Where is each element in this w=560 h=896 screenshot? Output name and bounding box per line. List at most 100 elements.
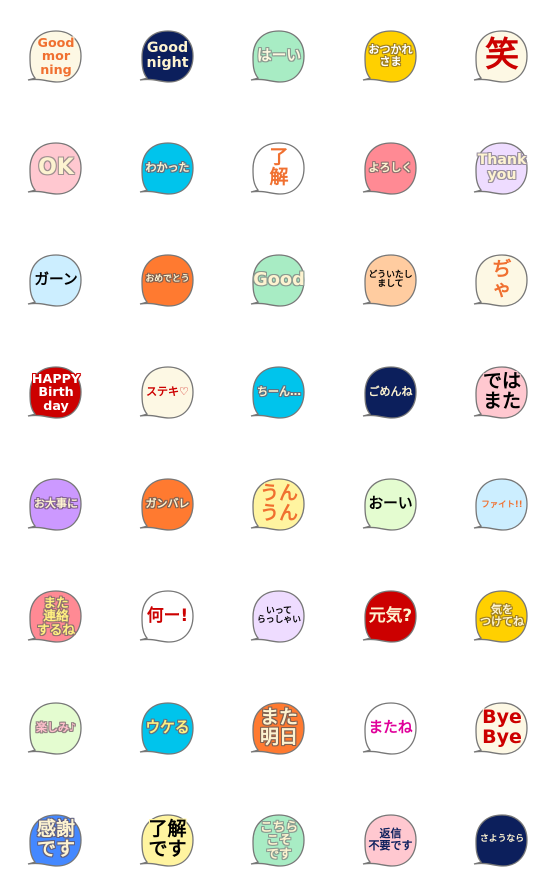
sticker-25[interactable]: ファイト!! <box>472 477 530 533</box>
sticker-text-line: またね <box>368 719 413 737</box>
sticker-text: Bye Bye <box>478 706 526 750</box>
sticker-text-line: では <box>482 370 521 393</box>
sticker-text-line: ガーン <box>34 271 78 289</box>
sticker-text-line: ごめんね <box>368 385 413 399</box>
sticker-text-line: 了解 <box>148 818 187 841</box>
sticker-text: 楽しみ♪ <box>32 706 80 750</box>
sticker-text: 了解 <box>255 146 303 190</box>
sticker-text: どういたし まして <box>367 258 415 302</box>
sticker-14[interactable]: どういたし まして <box>361 253 419 309</box>
sticker-text: お大事に <box>32 482 80 526</box>
sticker-17[interactable]: ステキ♡ <box>138 365 196 421</box>
sticker-31[interactable]: 楽しみ♪ <box>26 701 84 757</box>
sticker-2[interactable]: Good night <box>138 29 196 85</box>
sticker-38[interactable]: こちら こそ です <box>249 813 307 869</box>
sticker-text-line: 解 <box>269 166 289 188</box>
sticker-20[interactable]: では また <box>472 365 530 421</box>
sticker-24[interactable]: おーい <box>361 477 419 533</box>
sticker-text: こちら こそ です <box>255 818 303 862</box>
sticker-text-line: よろしく <box>368 161 413 175</box>
sticker-text-line: ガンバレ <box>145 497 190 511</box>
sticker-text-line: ファイト!! <box>481 498 523 509</box>
sticker-text-line: ウケる <box>145 719 190 737</box>
sticker-23[interactable]: うん うん <box>249 477 307 533</box>
sticker-text: はーい <box>255 34 303 78</box>
sticker-32[interactable]: ウケる <box>138 701 196 757</box>
sticker-40[interactable]: さようなら <box>472 813 530 869</box>
sticker-33[interactable]: また 明日 <box>249 701 307 757</box>
sticker-text-line: 何ー! <box>146 605 189 626</box>
sticker-text: 感謝 です <box>32 818 80 862</box>
sticker-10[interactable]: Thank you <box>472 141 530 197</box>
sticker-text: おつかれ さま <box>367 34 415 78</box>
sticker-text-line: 連絡 <box>43 608 69 624</box>
sticker-text: いって らっしゃい <box>255 594 303 638</box>
sticker-text-line: ning <box>40 61 72 77</box>
sticker-text-line: 明日 <box>259 726 298 748</box>
sticker-text: 了解 です <box>144 818 192 862</box>
sticker-text-line: らっしゃい <box>257 615 301 625</box>
sticker-text: では また <box>478 370 526 414</box>
sticker-27[interactable]: 何ー! <box>138 589 196 645</box>
sticker-16[interactable]: HAPPY Birth day <box>26 365 84 421</box>
sticker-26[interactable]: また 連絡 するね <box>26 589 84 645</box>
sticker-text-line: さようなら <box>480 834 524 845</box>
sticker-39[interactable]: 返信 不要です <box>361 813 419 869</box>
sticker-text-line: Thank <box>477 152 527 169</box>
sticker-text-line: また <box>482 390 521 412</box>
sticker-34[interactable]: またね <box>361 701 419 757</box>
sticker-text: OK <box>32 146 80 190</box>
sticker-15[interactable]: ぢゃ <box>472 253 530 309</box>
sticker-5[interactable]: 笑 <box>472 29 530 85</box>
sticker-12[interactable]: おめでとう <box>138 253 196 309</box>
sticker-text-line: ぢ <box>492 258 512 281</box>
sticker-29[interactable]: 元気? <box>361 589 419 645</box>
sticker-text-line: 笑 <box>485 35 519 76</box>
sticker-18[interactable]: ちーん… <box>249 365 307 421</box>
sticker-text-line: 不要です <box>368 839 413 852</box>
sticker-28[interactable]: いって らっしゃい <box>249 589 307 645</box>
sticker-text-line: ゃ <box>492 278 512 300</box>
sticker-text-line: うん <box>259 482 298 505</box>
sticker-text-line: です <box>148 838 187 860</box>
sticker-36[interactable]: 感謝 です <box>26 813 84 869</box>
sticker-11[interactable]: ガーン <box>26 253 84 309</box>
sticker-text-line: また <box>259 706 298 729</box>
sticker-21[interactable]: お大事に <box>26 477 84 533</box>
sticker-text-line: 元気? <box>368 605 413 626</box>
sticker-text-line: Bye <box>482 726 522 748</box>
sticker-text: ファイト!! <box>478 482 526 526</box>
sticker-35[interactable]: Bye Bye <box>472 701 530 757</box>
sticker-13[interactable]: Good <box>249 253 307 309</box>
sticker-22[interactable]: ガンバレ <box>138 477 196 533</box>
sticker-30[interactable]: 気を つけてね <box>472 589 530 645</box>
sticker-text-line: ステキ♡ <box>146 385 189 399</box>
sticker-text-line: ちーん… <box>257 385 301 399</box>
sticker-4[interactable]: おつかれ さま <box>361 29 419 85</box>
sticker-text: また 明日 <box>255 706 303 750</box>
sticker-text: わかった <box>144 146 192 190</box>
sticker-text: 気を つけてね <box>478 594 526 638</box>
sticker-7[interactable]: わかった <box>138 141 196 197</box>
sticker-text-line: Good <box>253 269 305 290</box>
sticker-text: Good night <box>144 34 192 78</box>
sticker-text: Good <box>253 258 305 302</box>
sticker-text: ぢゃ <box>478 258 526 302</box>
sticker-text-line: HAPPY <box>31 371 81 386</box>
sticker-9[interactable]: よろしく <box>361 141 419 197</box>
sticker-text-line: Birth <box>38 384 74 400</box>
sticker-text: うん うん <box>255 482 303 526</box>
sticker-text-line: night <box>146 55 189 71</box>
sticker-text-line: わかった <box>145 161 190 175</box>
sticker-8[interactable]: 了解 <box>249 141 307 197</box>
sticker-3[interactable]: はーい <box>249 29 307 85</box>
sticker-text-line: 感謝 <box>36 818 75 841</box>
sticker-37[interactable]: 了解 です <box>138 813 196 869</box>
sticker-text-line: OK <box>38 155 74 181</box>
sticker-text: ウケる <box>144 706 192 750</box>
sticker-text-line: はーい <box>256 47 302 65</box>
sticker-19[interactable]: ごめんね <box>361 365 419 421</box>
sticker-text: 返信 不要です <box>367 818 415 862</box>
sticker-1[interactable]: Good mor ning <box>26 29 84 85</box>
sticker-6[interactable]: OK <box>26 141 84 197</box>
